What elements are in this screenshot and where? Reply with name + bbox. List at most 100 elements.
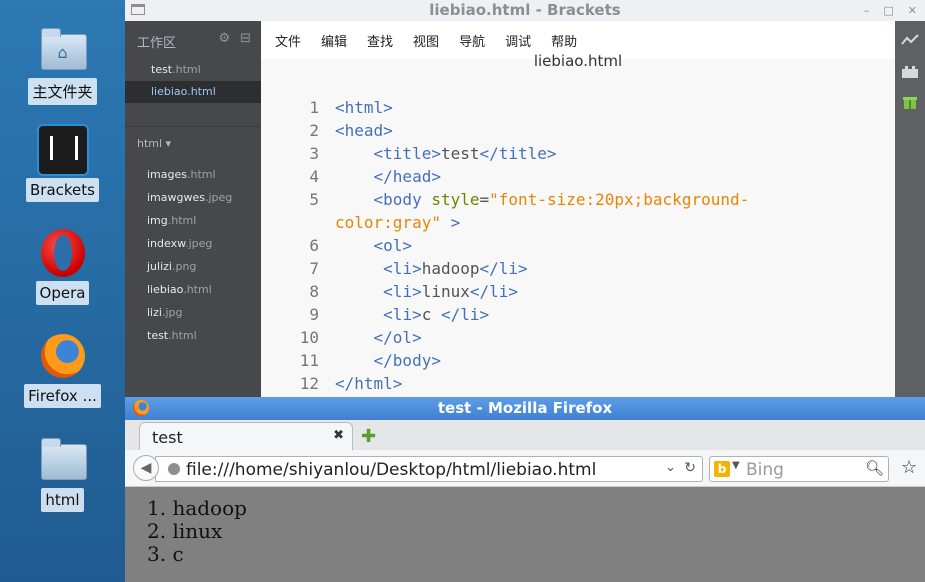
- code-token: <ol>: [373, 236, 413, 255]
- url-bar[interactable]: file:///home/shiyanlou/Desktop/html/lieb…: [155, 456, 703, 482]
- brackets-window: liebiao.html - Brackets – □ ✕ 工作区 ⚙ ⊟ te…: [125, 0, 925, 397]
- minimize-button[interactable]: –: [864, 0, 870, 21]
- line-number: 11: [299, 351, 319, 370]
- line-number: 6: [309, 236, 319, 255]
- tab-test[interactable]: test ✖: [139, 422, 353, 451]
- project-file[interactable]: images.html: [147, 168, 216, 181]
- file-name: test: [151, 63, 173, 76]
- firefox-icon: [40, 334, 85, 378]
- file-name: img: [147, 214, 168, 227]
- document-title: liebiao.html: [533, 52, 623, 70]
- code-token: </title>: [479, 144, 557, 163]
- code-line: <li>hadoop</li>: [335, 259, 528, 278]
- menu-navigate[interactable]: 导航: [459, 31, 485, 50]
- sidebar: 工作区 ⚙ ⊟ test.html liebiao.html html ▾ im…: [125, 21, 261, 397]
- live-preview-icon[interactable]: [901, 33, 919, 47]
- desktop-icon-label: Brackets: [26, 178, 99, 202]
- line-number: 10: [299, 328, 319, 347]
- window-icon: [131, 4, 145, 15]
- gift-icon[interactable]: [901, 95, 919, 109]
- file-ext: .png: [171, 260, 197, 273]
- project-file[interactable]: lizi.jpg: [147, 306, 182, 319]
- window-title: test - Mozilla Firefox: [437, 399, 613, 417]
- line-number: 1: [309, 98, 319, 117]
- line-number: 5: [309, 190, 319, 209]
- file-ext: .html: [187, 85, 216, 98]
- file-name: images: [147, 168, 187, 181]
- gear-icon[interactable]: ⚙: [218, 31, 230, 46]
- close-button[interactable]: ✕: [908, 0, 917, 21]
- menu-edit[interactable]: 编辑: [321, 31, 347, 50]
- file-name: indexw: [147, 237, 186, 250]
- list-item: 2. linux: [147, 519, 223, 543]
- desktop-icon-firefox[interactable]: Firefox ...: [0, 332, 125, 412]
- project-file[interactable]: img.html: [147, 214, 196, 227]
- divider: [125, 126, 261, 127]
- globe-icon: [168, 463, 180, 475]
- desktop-icon-home[interactable]: ⌂ 主文件夹: [0, 26, 125, 109]
- working-file-liebiao[interactable]: liebiao.html: [125, 81, 261, 103]
- close-tab-icon[interactable]: ✖: [333, 428, 344, 443]
- desktop-icon-html[interactable]: html: [0, 436, 125, 516]
- new-tab-icon[interactable]: ✚: [361, 426, 376, 447]
- window-title: liebiao.html - Brackets: [429, 1, 621, 19]
- code-token: </html>: [335, 374, 403, 393]
- project-file[interactable]: imawgwes.jpeg: [147, 191, 232, 204]
- maximize-button[interactable]: □: [883, 0, 893, 21]
- code-token: color:gray": [335, 213, 441, 232]
- brackets-titlebar[interactable]: liebiao.html - Brackets – □ ✕: [125, 0, 925, 22]
- code-line: color:gray" >: [335, 213, 460, 232]
- home-folder-icon: ⌂: [40, 28, 87, 70]
- menu-file[interactable]: 文件: [275, 31, 301, 50]
- desktop-icon-brackets[interactable]: Brackets: [0, 126, 125, 206]
- working-file-test[interactable]: test.html: [125, 59, 261, 81]
- file-ext: .html: [187, 168, 216, 181]
- menu-view[interactable]: 视图: [413, 31, 439, 50]
- search-box[interactable]: b ▼ Bing 🔍︎: [709, 456, 889, 482]
- bing-icon[interactable]: b: [714, 461, 730, 477]
- file-name: liebiao: [147, 283, 184, 296]
- desktop-icon-label: Opera: [35, 281, 90, 305]
- folder-icon: [40, 438, 87, 480]
- line-number: 9: [309, 305, 319, 324]
- tab-strip: test ✖ ✚: [125, 420, 925, 451]
- back-button[interactable]: ◀: [133, 455, 159, 481]
- code-line: <li>c </li>: [335, 305, 489, 324]
- project-file[interactable]: liebiao.html: [147, 283, 212, 296]
- code-token: hadoop: [421, 259, 480, 278]
- right-toolbar: [895, 21, 925, 397]
- code-line: </body>: [335, 351, 441, 370]
- desktop-icon-label: Firefox ...: [24, 384, 101, 408]
- menu-help[interactable]: 帮助: [551, 31, 577, 50]
- file-name: liebiao: [151, 85, 188, 98]
- desktop-icon-label: 主文件夹: [28, 78, 97, 105]
- code-line: <li>linux</li>: [335, 282, 518, 301]
- search-icon[interactable]: 🔍︎: [865, 459, 884, 477]
- file-name: test: [147, 329, 169, 342]
- file-ext: .jpeg: [205, 191, 233, 204]
- code-line: <body style="font-size:20px;background-: [335, 190, 750, 209]
- code-editor[interactable]: 1 2 3 4 5 6 7 8 9 10 11 12 <html> <head>…: [261, 80, 895, 397]
- menu-debug[interactable]: 调试: [505, 31, 531, 50]
- reload-icon[interactable]: ↻: [684, 460, 696, 476]
- code-token: =: [479, 190, 490, 209]
- project-file[interactable]: indexw.jpeg: [147, 237, 212, 250]
- file-ext: .html: [168, 329, 197, 342]
- menu-find[interactable]: 查找: [367, 31, 393, 50]
- file-name: julizi: [147, 260, 172, 273]
- desktop-icon-opera[interactable]: Opera: [0, 229, 125, 309]
- line-number: 4: [309, 167, 319, 186]
- nav-bar: file:///home/shiyanlou/Desktop/html/lieb…: [125, 450, 925, 487]
- line-number: 12: [299, 374, 319, 393]
- chevron-down-icon[interactable]: ⌄: [665, 460, 676, 475]
- chevron-down-icon[interactable]: ▼: [732, 460, 740, 471]
- bookmark-star-icon[interactable]: ☆: [901, 457, 917, 478]
- opera-icon: [40, 229, 85, 277]
- firefox-titlebar[interactable]: test - Mozilla Firefox: [125, 397, 925, 420]
- code-token: </body>: [373, 351, 441, 370]
- project-file[interactable]: test.html: [147, 329, 197, 342]
- split-view-icon[interactable]: ⊟: [240, 31, 251, 46]
- extension-manager-icon[interactable]: [901, 65, 919, 79]
- project-file[interactable]: julizi.png: [147, 260, 196, 273]
- project-dropdown[interactable]: html ▾: [137, 137, 171, 150]
